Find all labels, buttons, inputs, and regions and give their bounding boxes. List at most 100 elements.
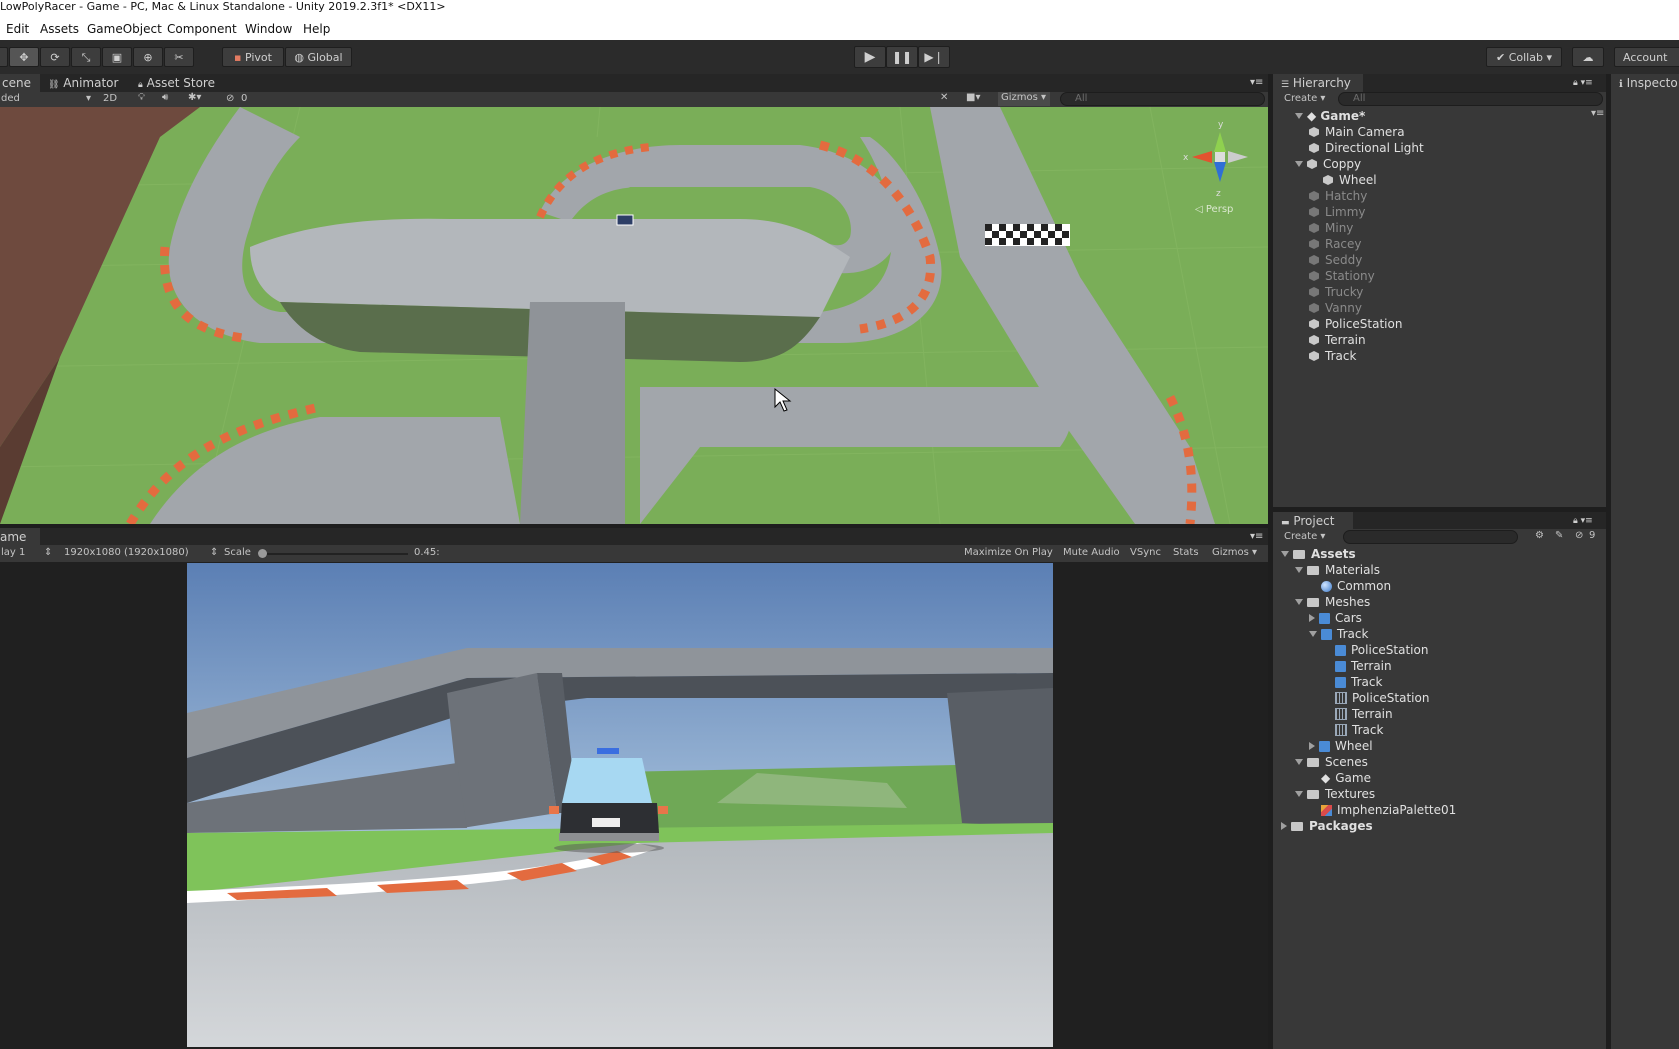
project-search-input[interactable] [1343,530,1518,544]
move-tool-button[interactable]: ✥ [9,47,39,67]
hand-tool-button[interactable] [0,47,8,67]
hierarchy-item-stationy[interactable]: Stationy [1309,268,1375,284]
hierarchy-item-limmy[interactable]: Limmy [1309,204,1366,220]
project-item-track[interactable]: Track [1323,722,1383,738]
hierarchy-item-seddy[interactable]: Seddy [1309,252,1362,268]
project-item-terrain[interactable]: Terrain [1323,706,1393,722]
scene-viewport[interactable]: y x z ◁ Persp [0,107,1268,524]
scale-slider-handle[interactable] [258,549,267,558]
hierarchy-item-miny[interactable]: Miny [1309,220,1353,236]
scale-tool-button[interactable]: ⤡ [71,47,101,67]
filter-type-icon[interactable]: ⚙ [1535,530,1544,541]
hierarchy-item-directional-light[interactable]: Directional Light [1309,140,1424,156]
hidden-objects-icon[interactable]: ⊘ [226,93,234,104]
project-item-imphenziapalette01[interactable]: ImphenziaPalette01 [1309,802,1456,818]
collapsed-arrow-icon[interactable] [1309,742,1315,750]
project-item-track[interactable]: Track [1323,674,1382,690]
project-item-cars[interactable]: Cars [1309,610,1362,626]
hierarchy-item-trucky[interactable]: Trucky [1309,284,1363,300]
hierarchy-item-track[interactable]: Track [1309,348,1356,364]
maximize-on-play-toggle[interactable]: Maximize On Play [964,547,1053,558]
menu-edit[interactable]: Edit [6,22,29,36]
filter-label-icon[interactable]: ✎ [1555,530,1563,541]
scene-menu-icon[interactable]: ▾≡ [1591,108,1604,119]
project-item-materials[interactable]: Materials [1295,562,1380,578]
tab-game[interactable]: ame [0,528,40,546]
project-item-packages[interactable]: Packages [1281,818,1373,834]
step-button[interactable]: ▶❘ [918,46,950,68]
global-toggle[interactable]: ◍ Global [285,47,352,67]
scene-search-input[interactable]: All [1060,92,1265,106]
hierarchy-item-policestation[interactable]: PoliceStation [1309,316,1402,332]
play-button[interactable]: ▶ [854,46,886,68]
expand-arrow-icon[interactable] [1295,599,1303,605]
collab-button[interactable]: ✔ Collab ▾ [1486,47,1562,67]
project-item-common[interactable]: Common [1309,578,1391,594]
hierarchy-item-wheel[interactable]: Wheel [1323,172,1377,188]
menu-assets[interactable]: Assets [40,22,79,36]
lighting-toggle-icon[interactable]: 💡︎ [138,92,145,103]
rotate-tool-button[interactable]: ⟳ [40,47,70,67]
game-view[interactable] [187,563,1053,1047]
menu-gameobject[interactable]: GameObject [87,22,162,36]
expand-arrow-icon[interactable] [1309,631,1317,637]
cloud-button[interactable]: ☁ [1572,47,1604,67]
tab-project[interactable]: ▬ Project [1273,512,1353,530]
project-lock-icon[interactable]: 🔒︎ ▾≡ [1573,512,1593,530]
expand-arrow-icon[interactable] [1295,791,1303,797]
project-item-textures[interactable]: Textures [1295,786,1375,802]
toggle-2d-button[interactable]: 2D [103,93,117,104]
persp-toggle[interactable]: ◁ Persp [1195,204,1233,215]
project-item-policestation[interactable]: PoliceStation [1323,690,1429,706]
menu-component[interactable]: Component [167,22,237,36]
project-item-policestation[interactable]: PoliceStation [1323,642,1428,658]
expand-arrow-icon[interactable] [1295,759,1303,765]
custom-tool-button[interactable]: ✂ [164,47,194,67]
tab-inspector[interactable]: ℹ Inspecto [1611,74,1679,92]
resolution-dropdown[interactable]: 1920x1080 (1920x1080) [64,547,189,558]
vsync-toggle[interactable]: VSync [1130,547,1161,558]
scale-slider-track[interactable] [258,553,408,555]
expand-arrow-icon[interactable] [1295,567,1303,573]
collapsed-arrow-icon[interactable] [1281,822,1287,830]
project-item-game[interactable]: ◆ Game [1309,770,1371,786]
game-panel-menu-icon[interactable]: ▾≡ [1250,528,1263,546]
audio-toggle-icon[interactable]: 🔊︎ [162,92,168,103]
hierarchy-create-button[interactable]: Create ▾ [1284,93,1325,104]
rect-tool-button[interactable]: ▣ [102,47,132,67]
effects-toggle-icon[interactable]: ✱▾ [188,92,201,103]
display-dropdown[interactable]: lay 1 [1,547,25,558]
menu-window[interactable]: Window [245,22,292,36]
shading-mode-dropdown[interactable]: ded [1,93,20,104]
pivot-toggle[interactable]: ▪ Pivot [222,47,284,67]
hierarchy-item-terrain[interactable]: Terrain [1309,332,1366,348]
lock-icon[interactable]: 🔒︎ ▾≡ [1573,74,1593,92]
account-button[interactable]: Account [1614,47,1679,67]
menu-help[interactable]: Help [303,22,330,36]
tab-hierarchy[interactable]: ☰ Hierarchy [1273,74,1363,92]
project-create-button[interactable]: Create ▾ [1284,531,1325,542]
project-item-track[interactable]: Track [1309,626,1368,642]
expand-arrow-icon[interactable] [1295,113,1303,119]
camera-icon[interactable]: ■▾ [966,92,980,103]
expand-arrow-icon[interactable] [1295,161,1303,167]
tools-icon[interactable]: ✕ [940,92,948,103]
collapsed-arrow-icon[interactable] [1309,614,1315,622]
transform-tool-button[interactable]: ⊕ [133,47,163,67]
hierarchy-item-racey[interactable]: Racey [1309,236,1362,252]
game-gizmos-dropdown[interactable]: Gizmos ▾ [1212,547,1257,558]
police-car-marker[interactable] [616,214,634,226]
tab-asset-store[interactable]: 🔒︎ Asset Store [138,74,215,92]
hierarchy-item-main-camera[interactable]: Main Camera [1309,124,1405,140]
expand-arrow-icon[interactable] [1281,551,1289,557]
mute-audio-toggle[interactable]: Mute Audio [1063,547,1120,558]
hierarchy-search-input[interactable]: All [1338,92,1603,106]
gizmos-dropdown[interactable]: Gizmos ▾ [998,92,1050,106]
panel-menu-icon[interactable]: ▾≡ [1250,74,1263,92]
stats-toggle[interactable]: Stats [1173,547,1199,558]
scene-root[interactable]: ◆ Game* [1295,108,1365,124]
pause-button[interactable]: ❚❚ [886,46,918,68]
hidden-packages-icon[interactable]: ⊘ [1575,530,1583,541]
tab-animator[interactable]: ⛓ Animator [48,74,118,92]
project-item-scenes[interactable]: Scenes [1295,754,1368,770]
